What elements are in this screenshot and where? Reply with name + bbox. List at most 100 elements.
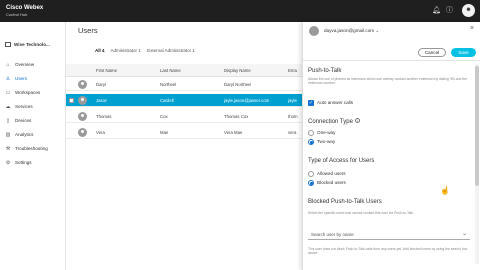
sidebar-item-services[interactable]: ☁ Services [5,103,65,111]
page-title: Users [78,26,98,35]
row-checkbox[interactable] [69,98,74,103]
sidebar-item-label: Users [15,76,27,81]
tab-administrator[interactable]: Administrator 1 [111,48,141,53]
scrollbar-thumb[interactable] [475,66,479,186]
table-header: First Name Last Name Display Name Ema [66,64,302,77]
radio-icon[interactable] [308,170,314,177]
sidebar-item-overview[interactable]: ⌂ Overview [5,61,65,69]
column-header-last-name[interactable]: Last Name [160,68,181,73]
table-row[interactable]: Vera Mae Vera Mae vera [66,126,302,139]
sidebar-item-label: Troubleshooting [15,146,48,151]
user-details-panel: dayva.jason@gmail.com ⌄ × Cancel Save Pu… [302,22,480,270]
column-header-email[interactable]: Ema [288,68,297,73]
sidebar-item-workspaces[interactable]: ▭ Workspaces [5,89,65,97]
avatar [78,80,87,89]
auto-answer-label: Auto answer calls [317,100,354,105]
radio-selected-icon[interactable] [308,179,314,186]
cell-first-name: Thomas [96,114,112,119]
help-icon[interactable]: ⓘ [446,6,453,15]
cell-display-name: Vera Mae [224,130,243,135]
bell-icon[interactable]: 🔔︎ [432,6,441,15]
cell-email: thom [288,114,298,119]
chart-icon: ▥ [5,132,11,138]
cell-last-name: Northeel [160,82,177,87]
table-row[interactable]: Thomas Cox Thomas Cox thom [66,110,302,123]
cell-display-name: jayle.jason@jasser.com [224,98,270,103]
sidebar-item-troubleshooting[interactable]: ⚒ Troubleshooting [5,145,65,153]
avatar [78,96,87,105]
person-icon: ♙ [5,76,11,82]
radio-label: Two-way [317,139,336,144]
brand-name: Cisco Webex [6,5,44,11]
org-name-label: Wise Technolo... [14,42,50,47]
filter-tabs: All 4 Administrator 1 External Administr… [95,48,200,53]
close-icon[interactable]: × [470,25,474,32]
wrench-icon: ⚒ [5,146,11,152]
tab-external-administrator[interactable]: External Administrator 1 [147,48,195,53]
cell-display-name: Thomas Cox [224,114,249,119]
cell-first-name: Vera [96,130,105,135]
radio-one-way[interactable]: One-way [308,129,335,136]
radio-label: Allowed users [317,171,346,176]
org-name[interactable]: Wise Technolo... [5,42,50,47]
blocked-users-title: Blocked Push-to-Talk Users [308,199,382,205]
cell-first-name: Daryl [96,82,107,87]
table-row[interactable]: Daryl Northeel Daryl Northeel [66,78,302,91]
workspace-icon: ▭ [5,90,11,96]
radio-label: One-way [317,130,336,135]
radio-selected-icon[interactable] [308,138,314,145]
divider [303,60,480,61]
push-to-talk-description: Allows the use of phones as intercoms wh… [308,77,468,86]
home-icon: ⌂ [6,62,10,68]
column-header-display-name[interactable]: Display Name [224,68,251,73]
connection-type-label: Connection Type [308,119,353,125]
radio-allowed-users[interactable]: Allowed users [308,170,346,177]
sidebar-item-devices[interactable]: ▯ Devices [5,117,65,125]
gear-icon: ⚙ [5,160,11,166]
save-button[interactable]: Save [451,48,476,57]
sidebar-item-label: Devices [15,118,32,123]
auto-answer-option[interactable]: ✓ Auto answer calls [308,99,353,106]
building-icon [5,42,11,47]
cell-email: jayle [288,98,297,103]
avatar [309,26,319,36]
cell-last-name: Cox [160,114,168,119]
sidebar-item-label: Workspaces [15,90,41,95]
sidebar-item-label: Services [15,104,33,109]
sidebar-item-users[interactable]: ♙ Users [5,75,65,83]
sidebar-item-settings[interactable]: ⚙ Settings [5,159,65,167]
sidebar-item-label: Overview [15,62,35,67]
sidebar-item-label: Analytics [15,132,34,137]
chevron-down-icon[interactable]: ⌄ [462,230,467,237]
cell-last-name: Cardell [160,98,174,103]
avatar [78,112,87,121]
column-header-first-name[interactable]: First Name [96,68,117,73]
cell-first-name: Jason [96,98,108,103]
tab-all[interactable]: All 4 [95,48,105,53]
cancel-button[interactable]: Cancel [418,48,446,57]
brand-logo[interactable]: Cisco Webex Control Hub [6,5,43,17]
hand-cursor-icon: ☝ [440,186,450,195]
radio-blocked-users[interactable]: Blocked users [308,179,346,186]
radio-icon[interactable] [308,129,314,136]
checkbox-checked-icon[interactable]: ✓ [308,99,314,106]
user-search-dropdown[interactable]: ⌄ [308,229,470,240]
cell-email: vera [288,130,297,135]
info-icon[interactable]: i [354,118,360,123]
radio-label: Blocked users [317,180,346,185]
user-avatar[interactable]: ☻ [462,4,475,17]
radio-two-way[interactable]: Two-way [308,138,335,145]
sidebar-item-label: Settings [15,160,32,165]
cloud-icon: ☁ [5,104,11,110]
brand-subtitle: Control Hub [6,12,28,17]
table-row-selected[interactable]: Jason Cardell jayle.jason@jasser.com jay… [66,94,302,107]
avatar [78,128,87,137]
cell-last-name: Mae [160,130,169,135]
sidebar-item-analytics[interactable]: ▥ Analytics [5,131,65,139]
top-bar: Cisco Webex Control Hub 🔔︎ ⓘ ☻ [0,0,480,22]
search-input[interactable] [311,231,451,238]
user-email[interactable]: dayva.jason@gmail.com ⌄ [324,28,379,34]
blocked-users-description: Select the specific users that cannot co… [308,211,414,215]
device-icon: ▯ [6,118,10,124]
access-type-title: Type of Access for Users [308,158,375,164]
